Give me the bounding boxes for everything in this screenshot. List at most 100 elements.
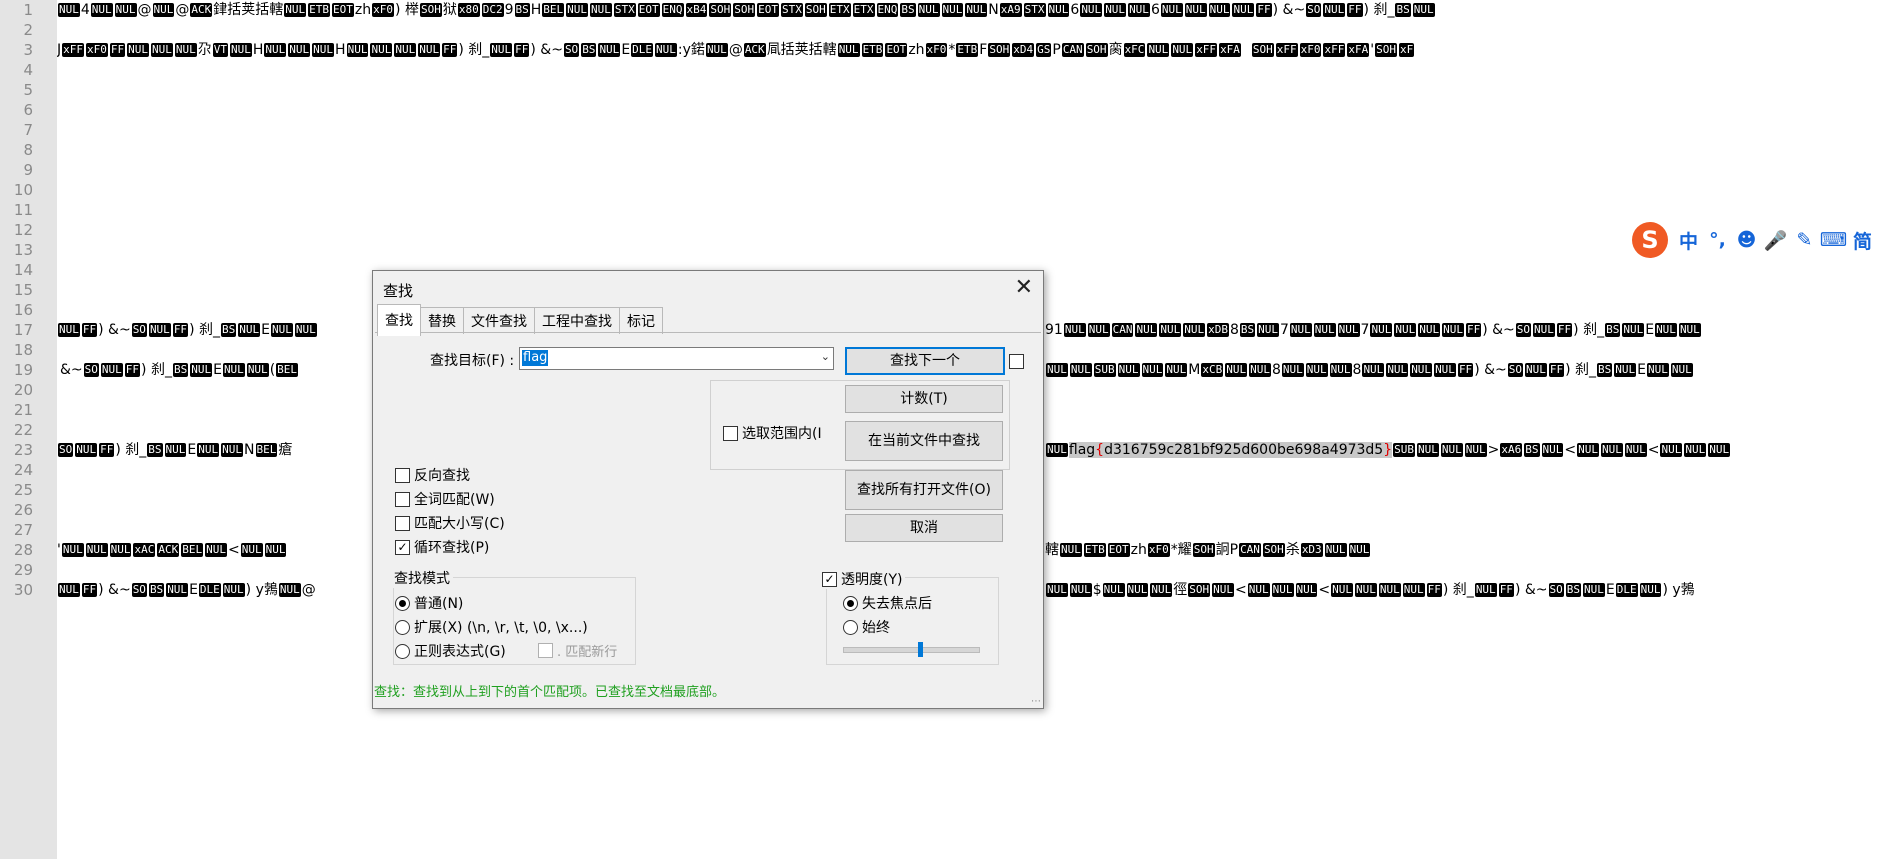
control-char-token: FF: [99, 443, 115, 457]
control-char-token: NUL: [1412, 3, 1435, 17]
in-selection-box[interactable]: [723, 425, 738, 441]
code-line-30-left[interactable]: NUL FF) &~ SO BS NUL E DLE NUL) y鵓 NUL @: [57, 580, 372, 600]
find-target-value[interactable]: flag: [522, 350, 549, 366]
mode-regex-dot[interactable]: [395, 643, 410, 659]
control-char-token: NUL: [1348, 543, 1371, 557]
on-lose-focus-dot[interactable]: [843, 595, 858, 611]
control-char-token: NUL: [164, 443, 187, 457]
transparency-slider[interactable]: [843, 642, 980, 657]
transparency-box[interactable]: ✓: [822, 571, 837, 587]
code-line-23-left[interactable]: SO NUL FF) 刹_ BS NUL E NUL NUL N BEL 瘡: [57, 440, 372, 460]
always-radio[interactable]: 始终: [843, 617, 890, 637]
control-char-token: NUL: [1655, 323, 1677, 337]
text-token: ) &~: [530, 42, 563, 58]
tab-replace[interactable]: 替换: [420, 307, 464, 334]
control-char-token: NUL: [1128, 3, 1150, 17]
backward-box[interactable]: [395, 467, 410, 483]
find-in-current-file-button[interactable]: 在当前文件中查找: [845, 421, 1003, 461]
extra-checkbox[interactable]: [1009, 354, 1024, 369]
text-token: ) 刹_: [1565, 362, 1597, 378]
text-token: 8: [1352, 362, 1362, 378]
microphone-icon[interactable]: 🎤: [1761, 229, 1790, 252]
control-char-token: NUL: [1171, 43, 1194, 57]
match-case-box[interactable]: [395, 515, 410, 531]
tab-find-in-files[interactable]: 文件查找: [463, 307, 535, 334]
control-char-token: NUL: [1417, 443, 1439, 457]
transparency-checkbox[interactable]: ✓ 透明度(Y): [819, 569, 906, 589]
code-line-28-right[interactable]: 轄 NUL ETB EOT zh xF0 *耀 SOH 詗P CAN SOH 杀 xD3 NUL NUL: [1045, 540, 1891, 560]
punctuation-icon[interactable]: °,: [1703, 229, 1732, 251]
code-line-28-left[interactable]: ' NUL NUL NUL xAC ACK BEL NUL < NUL NUL: [57, 540, 372, 560]
tab-mark[interactable]: 标记: [619, 307, 663, 334]
line-number: 17: [13, 321, 33, 339]
simplified-icon[interactable]: 简: [1848, 227, 1877, 254]
control-char-token: xFA: [1347, 43, 1370, 57]
find-target-combobox[interactable]: flag ⌄: [519, 347, 834, 370]
ime-toolbar[interactable]: S 中 °, ☻ 🎤 ✎ ⌨ 简: [1632, 219, 1891, 261]
in-selection-checkbox[interactable]: 选取范围内(I: [723, 423, 822, 443]
text-token: E: [1645, 322, 1655, 338]
find-next-button[interactable]: 查找下一个: [845, 347, 1005, 375]
control-char-token: FF: [514, 43, 530, 57]
control-char-token: xF: [1398, 43, 1415, 57]
text-token: 徑: [1173, 582, 1188, 598]
code-line-17-right[interactable]: 91 NUL NUL CAN NUL NUL NUL xDB 8 BS NUL 7 NUL NUL NUL 7…: [1045, 320, 1891, 340]
control-char-token: DLE: [631, 43, 654, 57]
whole-word-box[interactable]: [395, 491, 410, 507]
slider-thumb[interactable]: [918, 642, 923, 657]
code-line-23-right[interactable]: NUL flag{d316759c281bf925d600be698a4973d5…: [1045, 440, 1891, 460]
control-char-token: NUL: [1474, 583, 1497, 597]
handwriting-icon[interactable]: ✎: [1790, 229, 1819, 251]
close-icon[interactable]: ✕: [1015, 275, 1033, 300]
text-token: ) 刹_: [189, 322, 220, 338]
mode-extended-dot[interactable]: [395, 619, 410, 635]
text-token: ) 刹_: [141, 362, 172, 378]
whole-word-checkbox[interactable]: 全词匹配(W): [395, 489, 495, 509]
text-token: H: [252, 42, 264, 58]
cancel-button[interactable]: 取消: [845, 514, 1003, 542]
mode-regex-radio[interactable]: 正则表达式(G): [395, 641, 506, 661]
mode-normal-dot[interactable]: [395, 595, 410, 611]
code-line-19-right[interactable]: NUL NUL SUB NUL NUL NUL MxCB NUL NUL 8 NUL NUL NUL 8 N…: [1045, 360, 1891, 380]
control-char-token: NUL: [1160, 3, 1183, 17]
count-button[interactable]: 计数(T): [845, 385, 1003, 413]
code-line-30-right[interactable]: NUL NUL $ NUL NUL NUL 徑 SOH NUL < NUL NUL NUL < NUL NUL…: [1045, 580, 1891, 600]
chinese-mode-icon[interactable]: 中: [1674, 227, 1703, 254]
control-char-token: x80: [457, 3, 480, 17]
control-char-token: NUL: [1102, 583, 1125, 597]
chevron-down-icon[interactable]: ⌄: [821, 350, 830, 363]
wrap-around-box[interactable]: ✓: [395, 539, 410, 555]
dot-matches-newline-checkbox: . 匹配新行: [538, 641, 617, 660]
match-case-checkbox[interactable]: 匹配大小写(C): [395, 513, 505, 533]
find-all-open-files-button[interactable]: 查找所有打开文件(O): [845, 470, 1003, 510]
resize-grip-icon[interactable]: ⋯: [1031, 696, 1041, 707]
on-lose-focus-radio[interactable]: 失去焦点后: [843, 593, 932, 613]
tab-find-in-project[interactable]: 工程中查找: [534, 307, 620, 334]
text-token: F: [979, 42, 988, 58]
code-line-3[interactable]: JxFF xF0 FF NUL NUL NUL 尕 VT NUL H NUL NUL NUL H NUL NU…: [57, 40, 1891, 60]
sogou-logo-icon[interactable]: S: [1632, 222, 1668, 258]
code-line-17-left[interactable]: NUL FF) &~ SO NUL FF) 刹_ BS NUL E NUL NUL: [57, 320, 372, 340]
text-token: 脔: [1108, 42, 1123, 58]
mode-extended-radio[interactable]: 扩展(X) (\n, \r, \t, \0, \x...): [395, 617, 588, 637]
mode-normal-radio[interactable]: 普通(N): [395, 593, 463, 613]
always-dot[interactable]: [843, 619, 858, 635]
text-token: N: [244, 442, 255, 458]
control-char-token: EOT: [1107, 543, 1130, 557]
control-char-token: SOH: [1188, 583, 1211, 597]
control-char-token: SO: [1515, 323, 1532, 337]
control-char-token: SOH: [709, 3, 732, 17]
control-char-token: DLE: [1615, 583, 1638, 597]
tab-find[interactable]: 查找: [377, 304, 421, 336]
control-char-token: NUL: [1069, 363, 1092, 377]
code-line-19-left[interactable]: &~ SO NUL FF) 刹_ BS NUL E NUL NUL(BEL: [60, 360, 372, 380]
code-line-1[interactable]: NUL 4 NUL NUL @ NUL @ ACK 銉括荚括轄 NUL ETB EOT zh xF0) 榉…: [57, 0, 1891, 20]
emoji-icon[interactable]: ☻: [1732, 229, 1761, 251]
line-number: 12: [13, 221, 33, 239]
control-char-token: xF0: [372, 3, 395, 17]
backward-checkbox[interactable]: 反向查找: [395, 465, 470, 485]
control-char-token: NUL: [1117, 363, 1140, 377]
wrap-around-checkbox[interactable]: ✓ 循环查找(P): [395, 537, 489, 557]
control-char-token: NUL: [1541, 443, 1564, 457]
keyboard-icon[interactable]: ⌨: [1819, 229, 1848, 251]
